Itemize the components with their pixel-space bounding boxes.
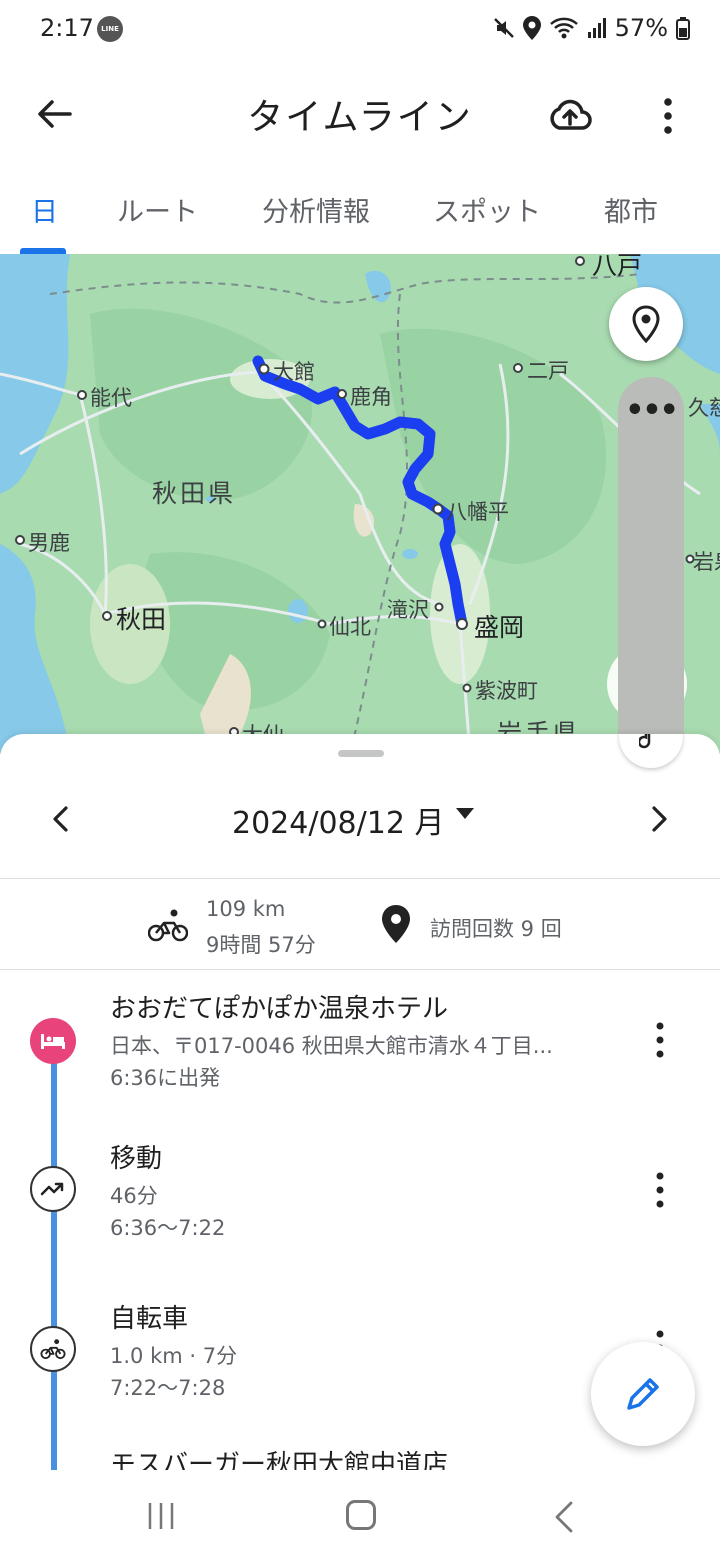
summary-distance: 109 km: [206, 897, 286, 921]
summary-duration: 9時間 57分: [206, 933, 316, 957]
entry-time: 6:36〜7:22: [110, 1216, 226, 1240]
summary-visits: 訪問回数 9 回: [430, 917, 562, 941]
selected-date[interactable]: 2024/08/12 月: [232, 798, 444, 842]
map-label-hachinohe: 八戸: [592, 254, 643, 280]
cloud-upload-icon[interactable]: [546, 92, 594, 140]
map-pin-icon: [632, 305, 660, 343]
moving-icon: [30, 1166, 76, 1212]
previous-day-icon[interactable]: [44, 802, 78, 836]
bicycle-icon: [30, 1326, 76, 1372]
map-label-morioka: 盛岡: [474, 613, 525, 642]
dropdown-caret-icon[interactable]: [456, 808, 474, 820]
map-label-kazuno: 鹿角: [350, 385, 392, 409]
overlay-dots-icon[interactable]: •••: [618, 393, 684, 428]
map-label-ninohe: 二戸: [527, 359, 569, 383]
map-label-odate: 大館: [273, 360, 315, 384]
app-bar: タイムライン: [0, 60, 720, 160]
music-note-icon: [639, 734, 651, 749]
map-label-hachimantai: 八幡平: [446, 500, 509, 524]
map-label-semboku: 仙北: [329, 615, 371, 639]
timeline-connector: [51, 1039, 57, 1479]
map-view[interactable]: 八戸 大館 能代 鹿角 二戸 久慈 秋田県 八幡平 男鹿 岩泉 秋田 滝沢 盛岡…: [0, 254, 720, 754]
tab-cities[interactable]: 都市: [604, 190, 658, 229]
map-location-button[interactable]: [609, 287, 683, 361]
entry-time: 6:36に出発: [110, 1066, 221, 1090]
tab-spots[interactable]: スポット: [433, 190, 541, 229]
more-options-icon[interactable]: [650, 92, 686, 140]
map-label-akita-pref: 秋田県: [152, 479, 237, 508]
entry-duration: 46分: [110, 1184, 158, 1208]
map-label-shiwa: 紫波町: [475, 679, 538, 703]
visits-pin-icon: [382, 905, 410, 943]
pencil-icon: [627, 1378, 659, 1410]
entry-more-icon[interactable]: [648, 1020, 672, 1060]
status-time: 2:17: [40, 14, 94, 42]
divider: [0, 969, 720, 970]
tab-insights[interactable]: 分析情報: [262, 190, 370, 229]
tab-day[interactable]: 日: [31, 190, 58, 229]
floating-overlay-panel[interactable]: •••: [618, 377, 684, 754]
entry-title: 自転車: [110, 1304, 189, 1334]
line-notification-icon: LINE: [97, 16, 123, 42]
entry-time: 7:22〜7:28: [110, 1376, 226, 1400]
wifi-icon: [549, 17, 578, 39]
location-icon: [522, 16, 541, 40]
tab-route[interactable]: ルート: [117, 190, 198, 229]
map-label-akita: 秋田: [116, 605, 167, 634]
day-summary: 109 km 9時間 57分 訪問回数 9 回: [0, 879, 720, 969]
timeline-entry-move[interactable]: 移動 46分 6:36〜7:22: [0, 1138, 720, 1248]
edit-button[interactable]: [591, 1342, 695, 1446]
map-label-iwaizumi: 岩泉: [693, 550, 720, 574]
mute-icon: [493, 18, 514, 38]
battery-icon: [676, 17, 690, 40]
battery-percent: 57%: [614, 14, 668, 42]
status-bar: 2:17 LINE 57%: [0, 0, 720, 60]
status-icons: 57%: [493, 14, 690, 42]
map-label-kuji: 久慈: [688, 396, 720, 420]
entry-more-icon[interactable]: [648, 1170, 672, 1210]
timeline-entry-hotel[interactable]: おおだてぽかぽか温泉ホテル 日本、〒017-0046 秋田県大館市清水４丁目..…: [0, 988, 720, 1098]
page-title: タイムライン: [247, 97, 473, 138]
system-back-icon[interactable]: [553, 1500, 575, 1534]
entry-title: おおだてぽかぽか温泉ホテル: [110, 994, 449, 1024]
system-nav-bar: [0, 1470, 720, 1560]
bicycle-icon: [148, 909, 188, 942]
next-day-icon[interactable]: [642, 802, 676, 836]
hotel-icon: [30, 1018, 76, 1064]
entry-title: 移動: [110, 1144, 163, 1174]
map-label-takizawa: 滝沢: [387, 598, 429, 622]
map-label-noshiro: 能代: [90, 386, 132, 410]
sheet-drag-handle[interactable]: [338, 750, 384, 757]
entry-address: 日本、〒017-0046 秋田県大館市清水４丁目...: [110, 1034, 553, 1058]
entry-distance: 1.0 km · 7分: [110, 1344, 238, 1368]
signal-icon: [587, 18, 606, 38]
home-icon[interactable]: [346, 1500, 376, 1530]
recents-icon[interactable]: [146, 1500, 176, 1532]
tab-bar: 日 ルート 分析情報 スポット 都市: [0, 175, 720, 255]
date-selector: 2024/08/12 月: [0, 794, 720, 844]
map-label-oga: 男鹿: [28, 531, 70, 555]
music-note-button[interactable]: [619, 734, 683, 768]
